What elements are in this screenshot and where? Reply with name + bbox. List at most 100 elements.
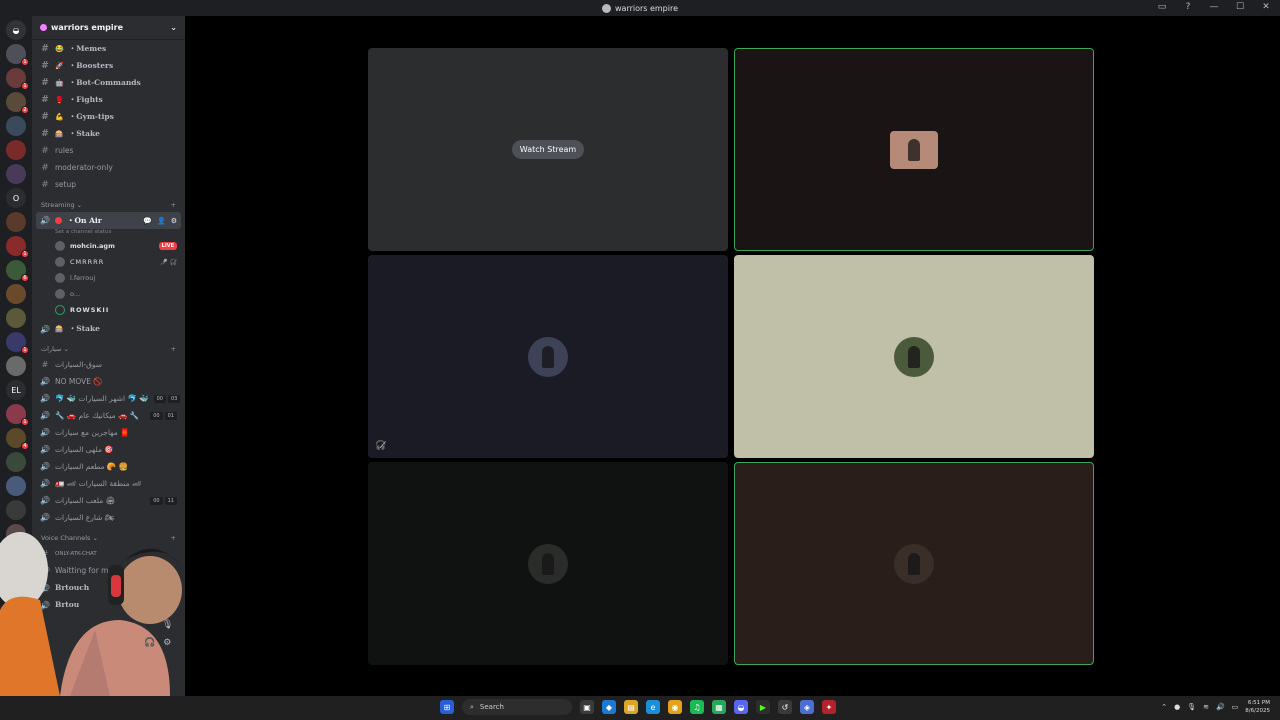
category-label: Streaming xyxy=(41,200,75,209)
voice-user[interactable]: CMRRRR 🎤̸ 🎧̸ xyxy=(32,254,185,270)
wifi-icon[interactable]: ≋ xyxy=(1203,703,1209,711)
voice-channel[interactable]: 🔊 مهاجرين مع سيارات 🧧 xyxy=(32,424,185,441)
server-icon[interactable] xyxy=(6,476,26,496)
channel-status[interactable]: Set a channel status xyxy=(32,229,185,238)
chat-icon[interactable]: 💬 xyxy=(143,217,152,225)
headphones-icon[interactable]: 🎧 xyxy=(144,638,155,648)
settings-gear-icon[interactable]: ⚙ xyxy=(163,638,171,648)
server-icon[interactable] xyxy=(6,212,26,232)
voice-user[interactable]: o... xyxy=(32,286,185,302)
kick-icon[interactable]: ▶ xyxy=(756,700,770,714)
chrome-icon[interactable]: ◉ xyxy=(668,700,682,714)
add-channel-icon[interactable]: + xyxy=(171,345,176,353)
voice-channel[interactable]: 🔊 ملهى السيارات 🎯 xyxy=(32,441,185,458)
voice-user[interactable]: ROWSKII xyxy=(32,302,185,318)
edge-icon[interactable]: e xyxy=(646,700,660,714)
server-icon[interactable] xyxy=(6,500,26,520)
server-icon[interactable]: 1 xyxy=(6,404,29,426)
text-channel[interactable]: # setup xyxy=(32,176,185,193)
windows-start-icon[interactable]: ⊞ xyxy=(440,700,454,714)
app-red-icon[interactable]: ✦ xyxy=(822,700,836,714)
volume-icon[interactable]: 🔊 xyxy=(1216,703,1225,711)
server-icon[interactable]: EL xyxy=(6,380,26,400)
server-icon[interactable] xyxy=(6,116,26,136)
voice-channel-on-air[interactable]: 🔊 ・On Air 💬 👤 ⚙ xyxy=(36,212,181,229)
voice-channel[interactable]: 🔊 🔧 🚗 ميكانيك عام 🚗 🔧 00 01 xyxy=(32,407,185,424)
text-channel[interactable]: # 🎰 ・Stake xyxy=(32,125,185,142)
text-channel[interactable]: # moderator-only xyxy=(32,159,185,176)
file-explorer-icon[interactable]: ▤ xyxy=(624,700,638,714)
gear-icon[interactable]: ⚙ xyxy=(171,217,177,225)
inbox-icon[interactable]: ▭ xyxy=(1156,2,1168,12)
category-arabic[interactable]: سيارات ⌄ + xyxy=(32,341,185,356)
voice-channel[interactable]: 🔊 🐬 🐳 اشهر السيارات 🐬 🐳 00 03 xyxy=(32,390,185,407)
participant-tile[interactable]: 🎧̸ xyxy=(368,255,728,458)
task-view-icon[interactable]: ▣ xyxy=(580,700,594,714)
text-channel[interactable]: # 🤖 ・Bot-Commands xyxy=(32,74,185,91)
participant-tile[interactable] xyxy=(734,48,1094,251)
server-icon[interactable] xyxy=(6,164,26,184)
voice-channel[interactable]: 🔊 NO MOVE 🚫 xyxy=(32,373,185,390)
spotify-icon[interactable]: ♫ xyxy=(690,700,704,714)
server-icon[interactable] xyxy=(6,284,26,304)
voice-channel[interactable]: 🔊 شارع السيارات 🏍 xyxy=(32,509,185,526)
chevron-down-icon[interactable]: ⌄ xyxy=(170,23,177,32)
close-icon[interactable]: ✕ xyxy=(1260,2,1272,12)
text-channel[interactable]: # rules xyxy=(32,142,185,159)
stream-tile[interactable]: Watch Stream xyxy=(368,48,728,251)
server-icon[interactable]: 4 xyxy=(6,428,29,450)
battery-icon[interactable]: ▭ xyxy=(1232,703,1239,711)
server-icon[interactable]: 6 xyxy=(6,260,29,282)
voice-channel[interactable]: 🔊 🚛 🏎 منطقة السيارات 🏎 xyxy=(32,475,185,492)
voice-channel[interactable]: 🔊 مطعم السيارات 🥐 🍔 xyxy=(32,458,185,475)
participant-tile[interactable] xyxy=(368,462,728,665)
voice-stage: Watch Stream 🎧̸ xyxy=(185,16,1280,696)
user-name: o... xyxy=(70,290,81,298)
help-icon[interactable]: ? xyxy=(1182,2,1194,12)
server-icon[interactable]: O xyxy=(6,188,26,208)
taskbar-clock[interactable]: 6:51 PM 8/6/2025 xyxy=(1245,699,1270,715)
text-channel[interactable]: # 🥊 ・Fights xyxy=(32,91,185,108)
speaker-icon: 🔊 xyxy=(40,377,50,386)
add-channel-icon[interactable]: + xyxy=(171,201,176,209)
invite-icon[interactable]: 👤 xyxy=(157,217,166,225)
category-streaming[interactable]: Streaming ⌄ + xyxy=(32,197,185,212)
discord-home-icon[interactable]: ◒ xyxy=(6,20,26,40)
text-channel[interactable]: # 💪 ・Gym-tips xyxy=(32,108,185,125)
mic-icon[interactable]: 🎙 xyxy=(162,620,173,630)
server-icon[interactable] xyxy=(6,308,26,328)
app-green-icon[interactable]: ▦ xyxy=(712,700,726,714)
channel-label: ملهى السيارات 🎯 xyxy=(55,445,114,454)
server-icon[interactable]: 2 xyxy=(6,92,29,114)
voice-user[interactable]: mohcin.agm LIVE xyxy=(32,238,185,254)
mic-tray-icon[interactable]: 🎙 xyxy=(1187,703,1196,711)
app-icon[interactable]: ↺ xyxy=(778,700,792,714)
server-icon[interactable]: 1 xyxy=(6,44,29,66)
minimize-icon[interactable]: — xyxy=(1208,2,1220,12)
tray-app-icon[interactable]: ● xyxy=(1174,703,1180,711)
voice-user[interactable]: l.ferrouj xyxy=(32,270,185,286)
channel-label: 🚛 🏎 منطقة السيارات 🏎 xyxy=(55,479,142,488)
server-icon[interactable]: 1 xyxy=(6,236,29,258)
app-blue-icon[interactable]: ◈ xyxy=(800,700,814,714)
server-icon[interactable]: 1 xyxy=(6,332,29,354)
server-icon[interactable] xyxy=(6,452,26,472)
discord-taskbar-icon[interactable]: ◒ xyxy=(734,700,748,714)
taskbar-search[interactable]: ⌕ Search xyxy=(462,699,572,715)
voice-channel[interactable]: # سوق-السيارات xyxy=(32,356,185,373)
participant-tile[interactable] xyxy=(734,255,1094,458)
watch-stream-button[interactable]: Watch Stream xyxy=(511,140,585,159)
server-header[interactable]: warriors empire ⌄ xyxy=(32,16,185,40)
copilot-icon[interactable]: ◆ xyxy=(602,700,616,714)
participant-tile[interactable] xyxy=(734,462,1094,665)
voice-channel-stake[interactable]: 🔊 🎰 ・Stake xyxy=(32,320,185,337)
server-icon[interactable]: 1 xyxy=(6,68,29,90)
server-icon[interactable] xyxy=(6,356,26,376)
count-chip: 03 xyxy=(167,394,181,403)
tray-chevron-icon[interactable]: ⌃ xyxy=(1161,703,1167,711)
text-channel[interactable]: # 😂 ・Memes xyxy=(32,40,185,57)
text-channel[interactable]: # 🚀 ・Boosters xyxy=(32,57,185,74)
voice-channel[interactable]: 🔊 ملعب السيارات 🏟 00 11 xyxy=(32,492,185,509)
maximize-icon[interactable]: ☐ xyxy=(1234,2,1246,12)
server-icon[interactable] xyxy=(6,140,26,160)
